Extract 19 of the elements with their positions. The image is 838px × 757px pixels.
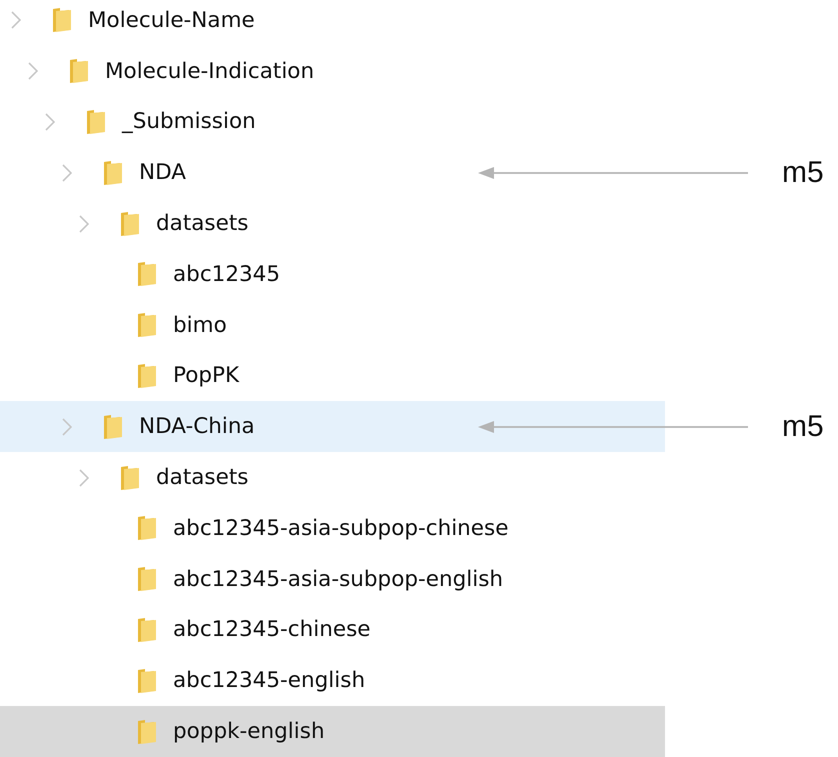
folder-name: abc12345-chinese [173,617,370,642]
folder-name: NDA [139,160,186,186]
folder-name: NDA-China [139,414,255,440]
folder-name: abc12345 [173,262,280,287]
folder-name: abc12345-english [173,668,366,694]
folder-name: _Submission [122,109,256,134]
tree-item[interactable]: NDA-China [0,401,665,452]
folder-name: abc12345-asia-subpop-english [173,566,504,592]
folder-name: abc12345-asia-subpop-chinese [173,516,508,541]
folder-name: PopPK [173,363,240,388]
folder-name: poppk-english [173,719,325,744]
annotation-label: m5 [782,410,824,444]
folder-name: datasets [156,211,248,236]
annotation-label: m5 [782,156,824,190]
folder-name: Molecule-Indication [105,58,314,84]
tree-item[interactable]: poppk-english [0,706,665,757]
folder-name: datasets [156,465,248,490]
folder-name: Molecule-Name [88,8,255,33]
folder-name: bimo [173,312,227,338]
